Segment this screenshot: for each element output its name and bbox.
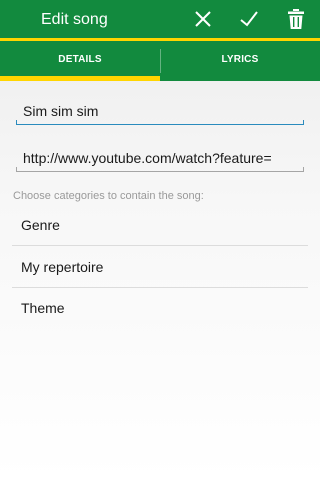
tab-details[interactable]: DETAILS	[0, 41, 160, 81]
category-item-my-repertoire[interactable]: My repertoire	[12, 247, 308, 288]
tab-bar: DETAILS LYRICS	[0, 41, 320, 81]
category-label: Theme	[21, 300, 65, 316]
check-icon	[239, 10, 259, 28]
video-url-value: http://www.youtube.com/watch?feature=	[23, 150, 272, 166]
list-divider	[12, 245, 308, 246]
video-url-field[interactable]: http://www.youtube.com/watch?feature=	[16, 146, 304, 172]
screen-title: Edit song	[41, 11, 108, 28]
category-item-theme[interactable]: Theme	[12, 288, 308, 329]
tab-details-label: DETAILS	[58, 54, 102, 65]
category-item-genre[interactable]: Genre	[12, 205, 308, 246]
trash-icon	[288, 9, 304, 29]
category-label: My repertoire	[21, 259, 104, 275]
category-label: Genre	[21, 217, 60, 233]
song-title-value: Sim sim sim	[23, 103, 99, 119]
close-icon	[194, 10, 212, 28]
categories-label: Choose categories to contain the song:	[13, 190, 204, 202]
discard-button[interactable]	[183, 0, 223, 38]
tab-lyrics-label: LYRICS	[221, 54, 259, 65]
song-title-underline	[16, 124, 304, 125]
save-button[interactable]	[229, 0, 269, 38]
action-bar: Edit song	[0, 0, 320, 38]
tab-lyrics[interactable]: LYRICS	[160, 41, 320, 81]
delete-button[interactable]	[276, 0, 316, 38]
tab-selected-indicator	[0, 76, 160, 81]
song-title-field[interactable]: Sim sim sim	[16, 99, 304, 125]
video-url-underline	[16, 171, 304, 172]
